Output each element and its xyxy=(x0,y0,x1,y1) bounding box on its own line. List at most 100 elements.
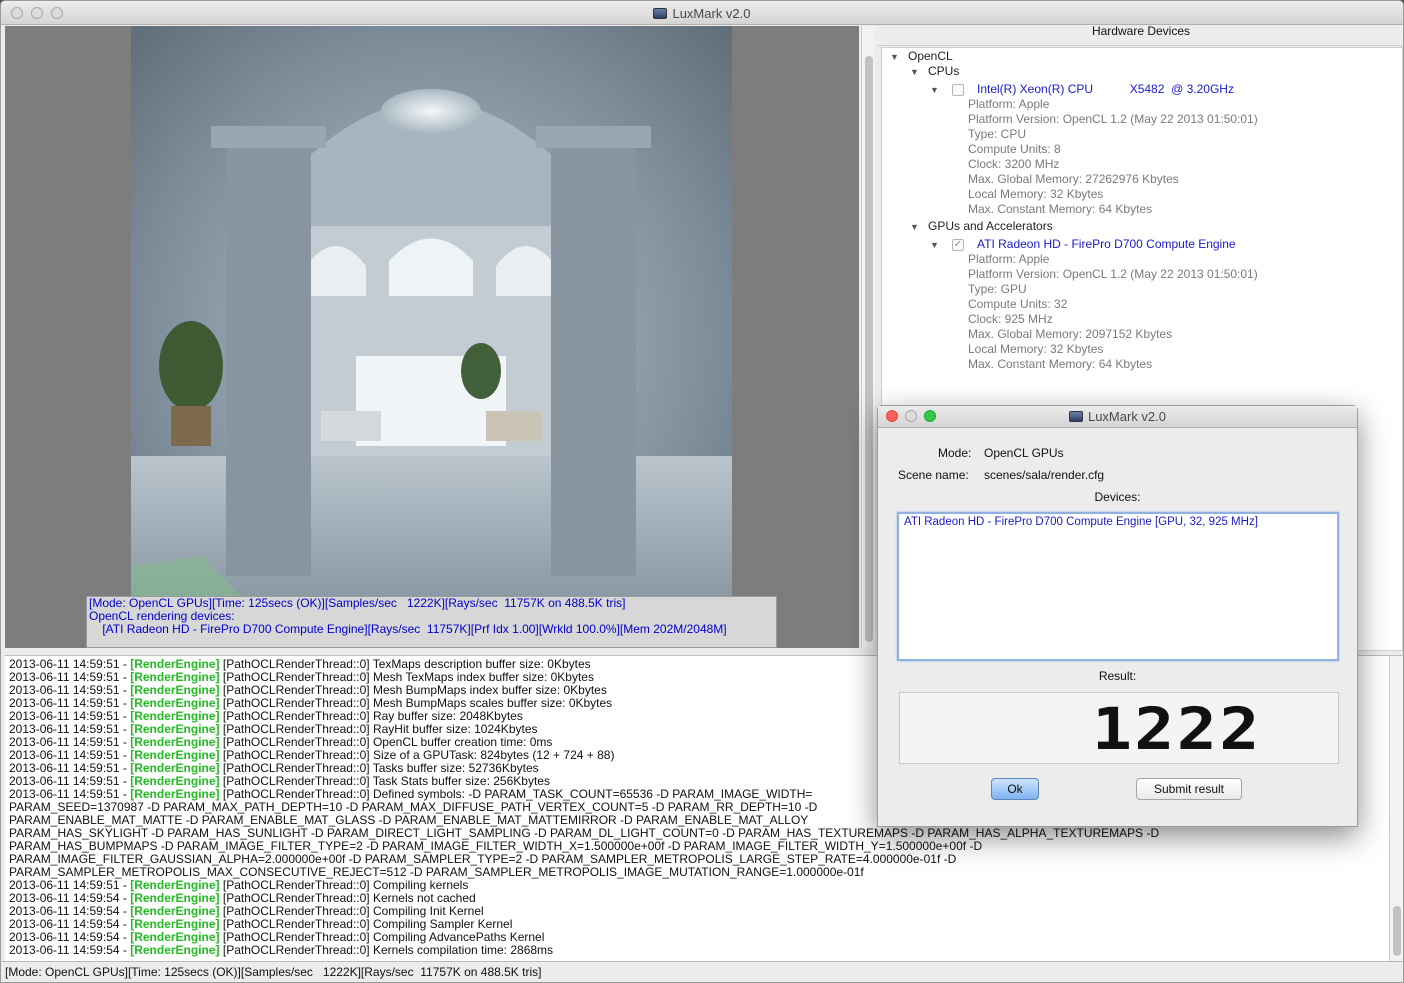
rendered-scene-illustration xyxy=(131,89,732,596)
log-tag: [RenderEngine] xyxy=(130,722,220,736)
log-tag: [RenderEngine] xyxy=(130,930,220,944)
log-message: [PathOCLRenderThread::0] Size of a GPUTa… xyxy=(219,748,615,762)
log-tag: [RenderEngine] xyxy=(130,670,220,684)
log-timestamp: PARAM_SEED=1370987 -D PARAM_MAX_PATH_DEP… xyxy=(9,800,818,814)
result-display: 1222 xyxy=(899,692,1339,764)
log-timestamp: 2013-06-11 14:59:54 - xyxy=(9,891,131,905)
result-value: 1222 xyxy=(1092,695,1262,763)
log-message: [PathOCLRenderThread::0] Ray buffer size… xyxy=(219,709,523,723)
cpu-info-platform-version: Platform Version: OpenCL 1.2 (May 22 201… xyxy=(968,112,1258,126)
log-scrollbar[interactable] xyxy=(1389,656,1403,961)
log-timestamp: 2013-06-11 14:59:54 - xyxy=(9,904,131,918)
log-message: [PathOCLRenderThread::0] TexMaps descrip… xyxy=(219,657,591,671)
log-tag: [RenderEngine] xyxy=(130,748,220,762)
stats-line-device: [ATI Radeon HD - FirePro D700 Compute En… xyxy=(89,622,727,636)
luxmark-app-icon xyxy=(1068,411,1083,422)
gpu-info-type: Type: GPU xyxy=(968,282,1027,296)
log-tag: [RenderEngine] xyxy=(130,735,220,749)
log-line: 2013-06-11 14:59:54 - [RenderEngine] [Pa… xyxy=(9,944,553,957)
disclosure-triangle-icon[interactable]: ▼ xyxy=(930,240,939,250)
gpu-device-checkbox[interactable]: ✓ xyxy=(952,239,964,251)
hardware-devices-header: Hardware Devices xyxy=(877,25,1403,46)
devices-label: Devices: xyxy=(1094,490,1141,504)
log-timestamp: 2013-06-11 14:59:51 - xyxy=(9,761,131,775)
dialog-title: LuxMark v2.0 xyxy=(878,409,1357,424)
log-message: [PathOCLRenderThread::0] Kernels compila… xyxy=(219,943,554,957)
log-message: [PathOCLRenderThread::0] Tasks buffer si… xyxy=(219,761,539,775)
log-tag: [RenderEngine] xyxy=(130,943,220,957)
log-tag: [RenderEngine] xyxy=(130,709,220,723)
cpu-info-local-memory: Local Memory: 32 Kbytes xyxy=(968,187,1104,201)
log-timestamp: 2013-06-11 14:59:51 - xyxy=(9,722,131,736)
render-scrollbar[interactable] xyxy=(861,26,875,648)
ok-button[interactable]: Ok xyxy=(991,778,1039,800)
cpu-device-checkbox[interactable] xyxy=(952,84,964,96)
gpu-info-platform: Platform: Apple xyxy=(968,252,1050,266)
render-view[interactable]: [Mode: OpenCL GPUs][Time: 125secs (OK)][… xyxy=(5,26,859,648)
log-timestamp: 2013-06-11 14:59:54 - xyxy=(9,930,131,944)
render-stats-overlay: [Mode: OpenCL GPUs][Time: 125secs (OK)][… xyxy=(86,596,777,648)
luxmark-app-icon xyxy=(653,8,668,19)
cpu-info-type: Type: CPU xyxy=(968,127,1027,141)
log-tag: [RenderEngine] xyxy=(130,696,220,710)
log-message: [PathOCLRenderThread::0] OpenCL buffer c… xyxy=(219,735,553,749)
gpu-info-clock: Clock: 925 MHz xyxy=(968,312,1053,326)
status-bar: [Mode: OpenCL GPUs][Time: 125secs (OK)][… xyxy=(1,961,1403,982)
tree-node-opencl[interactable]: OpenCL xyxy=(908,49,953,64)
gpu-info-constant-memory: Max. Constant Memory: 64 Kbytes xyxy=(968,357,1153,371)
render-scrollbar-thumb[interactable] xyxy=(865,56,873,642)
gpu-info-compute-units: Compute Units: 32 xyxy=(968,297,1068,311)
scene-name-label: Scene name: xyxy=(898,468,969,482)
log-message: [PathOCLRenderThread::0] Compiling Advan… xyxy=(219,930,545,944)
gpu-info-local-memory: Local Memory: 32 Kbytes xyxy=(968,342,1104,356)
rendered-scene-image xyxy=(131,26,732,596)
log-tag: [RenderEngine] xyxy=(130,761,220,775)
log-scrollbar-thumb[interactable] xyxy=(1393,906,1401,956)
log-timestamp: PARAM_ENABLE_MAT_MATTE -D PARAM_ENABLE_M… xyxy=(9,813,809,827)
log-message: [PathOCLRenderThread::0] Compiling Sampl… xyxy=(219,917,513,931)
log-tag: [RenderEngine] xyxy=(130,891,220,905)
log-timestamp: 2013-06-11 14:59:54 - xyxy=(9,943,131,957)
disclosure-triangle-icon[interactable]: ▼ xyxy=(910,67,919,77)
log-message: [PathOCLRenderThread::0] Compiling kerne… xyxy=(219,878,469,892)
log-tag: [RenderEngine] xyxy=(130,787,220,801)
dialog-titlebar[interactable]: LuxMark v2.0 xyxy=(878,406,1357,428)
log-tag: [RenderEngine] xyxy=(130,917,220,931)
disclosure-triangle-icon[interactable]: ▼ xyxy=(910,222,919,232)
log-message: [PathOCLRenderThread::0] Kernels not cac… xyxy=(219,891,476,905)
gpu-info-global-memory: Max. Global Memory: 2097152 Kbytes xyxy=(968,327,1173,341)
log-timestamp: 2013-06-11 14:59:51 - xyxy=(9,683,131,697)
log-timestamp: 2013-06-11 14:59:51 - xyxy=(9,735,131,749)
submit-result-button[interactable]: Submit result xyxy=(1136,778,1242,800)
mode-value: OpenCL GPUs xyxy=(984,446,1064,460)
cpu-info-platform: Platform: Apple xyxy=(968,97,1050,111)
cpu-info-compute-units: Compute Units: 8 xyxy=(968,142,1061,156)
gpu-info-platform-version: Platform Version: OpenCL 1.2 (May 22 201… xyxy=(968,267,1258,281)
window-title: LuxMark v2.0 xyxy=(1,6,1403,21)
log-tag: [RenderEngine] xyxy=(130,904,220,918)
log-timestamp: PARAM_SAMPLER_METROPOLIS_MAX_CONSECUTIVE… xyxy=(9,865,864,879)
gpu-device-name[interactable]: ATI Radeon HD - FirePro D700 Compute Eng… xyxy=(977,237,1236,252)
log-timestamp: 2013-06-11 14:59:51 - xyxy=(9,748,131,762)
devices-list[interactable]: ATI Radeon HD - FirePro D700 Compute Eng… xyxy=(897,512,1339,661)
cpu-info-global-memory: Max. Global Memory: 27262976 Kbytes xyxy=(968,172,1179,186)
log-message: [PathOCLRenderThread::0] Mesh BumpMaps i… xyxy=(219,683,607,697)
log-tag: [RenderEngine] xyxy=(130,657,220,671)
cpu-device-name[interactable]: Intel(R) Xeon(R) CPU X5482 @ 3.20GHz xyxy=(977,82,1234,97)
log-timestamp: 2013-06-11 14:59:51 - xyxy=(9,657,131,671)
devices-list-item[interactable]: ATI Radeon HD - FirePro D700 Compute Eng… xyxy=(904,516,1332,528)
tree-node-cpus[interactable]: CPUs xyxy=(928,64,959,79)
log-tag: [RenderEngine] xyxy=(130,774,220,788)
log-timestamp: 2013-06-11 14:59:51 - xyxy=(9,774,131,788)
disclosure-triangle-icon[interactable]: ▼ xyxy=(890,52,899,62)
tree-node-gpus[interactable]: GPUs and Accelerators xyxy=(928,219,1053,234)
log-tag: [RenderEngine] xyxy=(130,878,220,892)
disclosure-triangle-icon[interactable]: ▼ xyxy=(930,85,939,95)
mode-label: Mode: xyxy=(938,446,972,460)
cpu-info-clock: Clock: 3200 MHz xyxy=(968,157,1060,171)
log-message: [PathOCLRenderThread::0] Mesh TexMaps in… xyxy=(219,670,594,684)
log-timestamp: 2013-06-11 14:59:51 - xyxy=(9,709,131,723)
scene-name-value: scenes/sala/render.cfg xyxy=(984,468,1105,482)
main-titlebar[interactable]: LuxMark v2.0 xyxy=(1,1,1403,25)
log-timestamp: 2013-06-11 14:59:51 - xyxy=(9,878,131,892)
